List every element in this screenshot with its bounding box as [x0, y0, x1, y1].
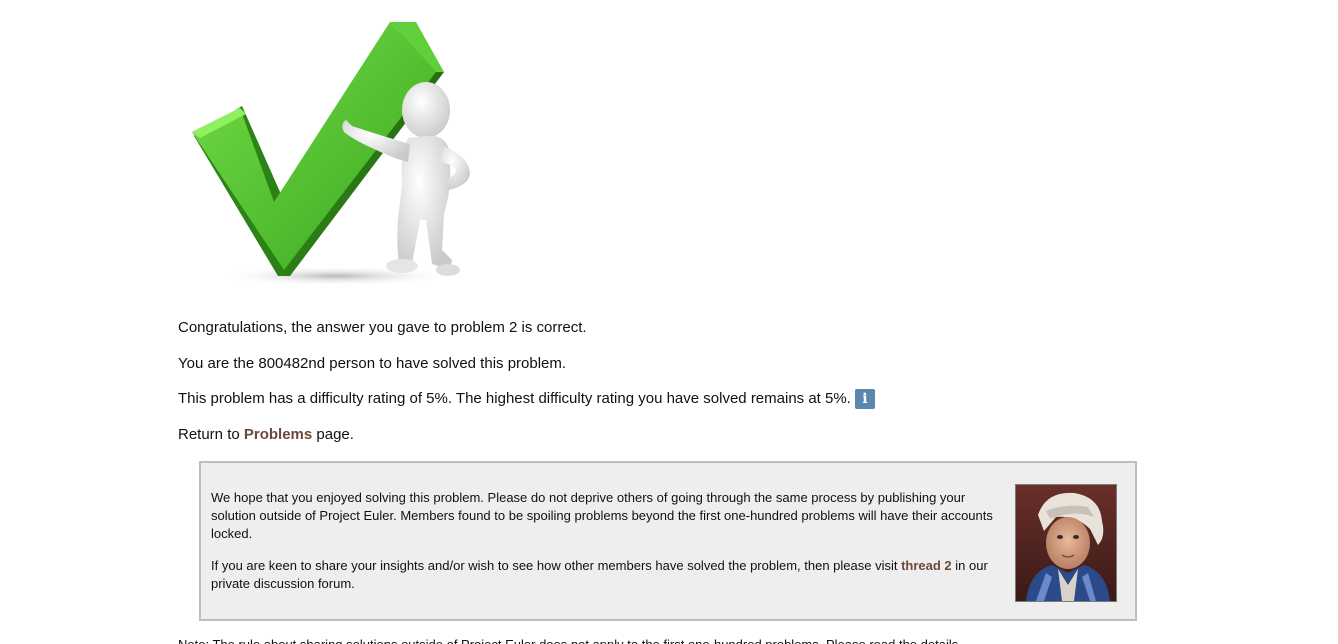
notice-p2-prefix: If you are keen to share your insights a…: [211, 558, 902, 573]
thread-link[interactable]: thread 2: [901, 558, 952, 573]
sharing-notice-box: We hope that you enjoyed solving this pr…: [199, 461, 1137, 621]
difficulty-line: This problem has a difficulty rating of …: [178, 389, 1158, 409]
page: Congratulations, the answer you gave to …: [0, 0, 1338, 644]
problems-link[interactable]: Problems: [244, 426, 312, 443]
return-prefix: Return to: [178, 426, 244, 443]
euler-portrait-icon: [1015, 484, 1117, 602]
difficulty-text: This problem has a difficulty rating of …: [178, 390, 851, 407]
solver-count-text: You are the 800482nd person to have solv…: [178, 355, 567, 372]
return-suffix: page.: [312, 426, 354, 443]
notice-paragraph-1: We hope that you enjoyed solving this pr…: [211, 490, 993, 541]
result-section: Congratulations, the answer you gave to …: [178, 318, 1158, 445]
checkmark-figure-icon: [186, 14, 486, 290]
notice-text: We hope that you enjoyed solving this pr…: [211, 489, 1001, 607]
footnote-text: Note: The rule about sharing solutions o…: [178, 636, 958, 644]
notice-paragraph-2: If you are keen to share your insights a…: [211, 557, 1001, 593]
congratulations-text: Congratulations, the answer you gave to …: [178, 319, 587, 336]
info-icon[interactable]: i: [854, 389, 875, 409]
return-line: Return to Problems page.: [178, 425, 1158, 445]
